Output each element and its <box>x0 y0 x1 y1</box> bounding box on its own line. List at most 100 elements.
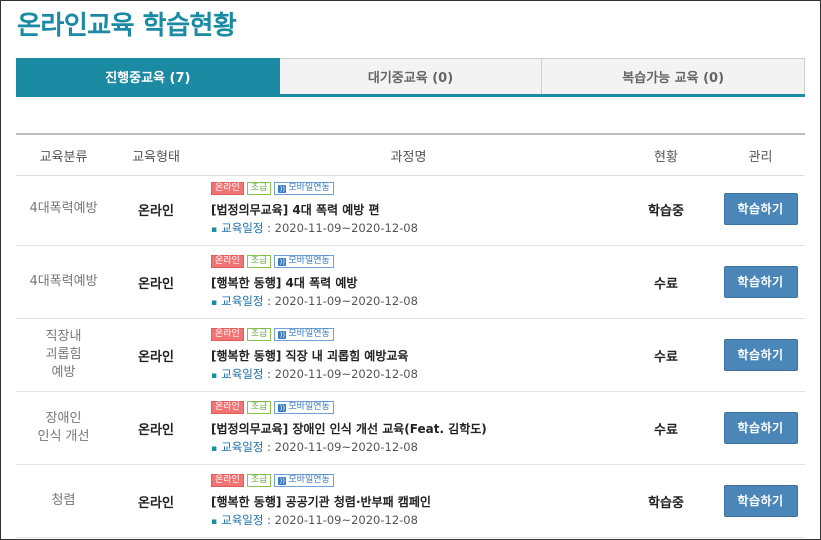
course-title-link[interactable]: [행복한 동행] 직장 내 괴롭힘 예방교육 <box>211 347 616 364</box>
row-manage: 학습하기 <box>716 339 805 371</box>
header-status: 현황 <box>654 149 678 165</box>
course-title-link[interactable]: [행복한 동행] 공공기관 청렴·반부패 캠페인 <box>211 493 616 510</box>
tab-in-progress[interactable]: 진행중교육 (7) <box>16 58 280 94</box>
status-tabs: 진행중교육 (7) 대기중교육 (0) 복습가능 교육 (0) <box>16 58 806 97</box>
row-manage: 학습하기 <box>716 266 805 298</box>
row-status: 학습중 <box>648 495 684 511</box>
row-category: 4대폭력예방 <box>29 201 98 216</box>
learning-status-window: 온라인교육 학습현황 진행중교육 (7) 대기중교육 (0) 복습가능 교육 (… <box>0 0 821 540</box>
row-category: 4대폭력예방 <box>29 274 98 289</box>
bullet-icon: ▪ <box>211 444 218 454</box>
table-row: 4대폭력예방 온라인 온라인 초급 )) 모바일연동 [행복한 동행] 4대 폭력… <box>16 246 805 319</box>
bullet-icon: ▪ <box>211 517 218 527</box>
header-manage: 관리 <box>748 149 773 165</box>
course-badges: 온라인 초급 )) 모바일연동 <box>211 328 616 341</box>
schedule-dates: : 2020-11-09~2020-12-08 <box>263 294 418 308</box>
table-header: 교육분류 교육형태 과정명 현황 관리 <box>16 133 805 176</box>
tab-waiting[interactable]: 대기중교육 (0) <box>279 58 543 94</box>
rss-icon: )) <box>278 330 287 339</box>
page-title: 온라인교육 학습현황 <box>17 11 237 41</box>
badge-level: 초급 <box>246 401 272 414</box>
row-type: 온라인 <box>138 422 174 438</box>
schedule-dates: : 2020-11-09~2020-12-08 <box>263 367 418 381</box>
table-row: 장애인 인식 개선 온라인 온라인 초급 )) 모바일연동 [법정의무교육] 장애… <box>16 392 805 465</box>
header-course: 과정명 <box>390 149 427 165</box>
row-manage: 학습하기 <box>716 193 805 225</box>
schedule-label: 교육일정 <box>221 367 264 381</box>
tab-review[interactable]: 복습가능 교육 (0) <box>542 58 806 94</box>
row-course: 온라인 초급 )) 모바일연동 [행복한 동행] 공공기관 청렴·반부패 캠페인 … <box>201 474 616 528</box>
badge-mobile: )) 모바일연동 <box>274 474 334 487</box>
badge-level: 초급 <box>246 474 272 487</box>
header-category: 교육분류 <box>39 149 88 165</box>
table-row: 4대폭력예방 온라인 온라인 초급 )) 모바일연동 [법정의무교육] 4대 폭력… <box>16 173 805 246</box>
badge-online: 온라인 <box>211 401 244 414</box>
row-course: 온라인 초급 )) 모바일연동 [법정의무교육] 장애인 인식 개선 교육(Fea… <box>201 401 616 455</box>
rss-icon: )) <box>278 257 287 266</box>
badge-mobile-label: 모바일연동 <box>288 256 330 266</box>
badge-online: 온라인 <box>211 255 244 268</box>
row-category: 직장내 괴롭힘 예방 <box>16 328 111 382</box>
badge-mobile: )) 모바일연동 <box>274 255 334 268</box>
course-badges: 온라인 초급 )) 모바일연동 <box>211 401 616 414</box>
row-status: 수료 <box>654 349 678 365</box>
badge-online: 온라인 <box>211 328 244 341</box>
row-category-text: 직장내 괴롭힘 예방 <box>45 329 82 380</box>
badge-level: 초급 <box>246 328 272 341</box>
badge-mobile: )) 모바일연동 <box>274 401 334 414</box>
row-type: 온라인 <box>138 349 174 365</box>
row-category-text: 장애인 인식 개선 <box>37 411 90 444</box>
course-schedule: ▪ 교육일정 : 2020-11-09~2020-12-08 <box>211 512 616 528</box>
schedule-label: 교육일정 <box>221 221 264 235</box>
rss-icon: )) <box>278 403 287 412</box>
badge-online: 온라인 <box>211 474 244 487</box>
row-manage: 학습하기 <box>716 412 805 444</box>
badge-level: 초급 <box>246 182 272 195</box>
rss-icon: )) <box>278 476 287 485</box>
table-row: 직장내 괴롭힘 예방 온라인 온라인 초급 )) 모바일연동 [행복한 동행] 직… <box>16 319 805 392</box>
schedule-dates: : 2020-11-09~2020-12-08 <box>263 513 418 527</box>
row-course: 온라인 초급 )) 모바일연동 [행복한 동행] 4대 폭력 예방 ▪ 교육일정 :… <box>201 255 616 309</box>
badge-mobile: )) 모바일연동 <box>274 182 334 195</box>
table-row: 청렴 온라인 온라인 초급 )) 모바일연동 [행복한 동행] 공공기관 청렴·반… <box>16 465 805 538</box>
start-learning-button[interactable]: 학습하기 <box>723 485 798 517</box>
bullet-icon: ▪ <box>211 225 218 235</box>
course-badges: 온라인 초급 )) 모바일연동 <box>211 255 616 268</box>
schedule-label: 교육일정 <box>221 294 264 308</box>
row-category: 청렴 <box>51 493 76 508</box>
schedule-dates: : 2020-11-09~2020-12-08 <box>263 221 418 235</box>
start-learning-button[interactable]: 학습하기 <box>723 412 798 444</box>
course-badges: 온라인 초급 )) 모바일연동 <box>211 182 616 195</box>
row-course: 온라인 초급 )) 모바일연동 [법정의무교육] 4대 폭력 예방 편 ▪ 교육일정… <box>201 182 616 236</box>
course-title-link[interactable]: [행복한 동행] 4대 폭력 예방 <box>211 274 616 291</box>
badge-mobile-label: 모바일연동 <box>288 183 330 193</box>
row-type: 온라인 <box>138 495 174 511</box>
row-manage: 학습하기 <box>716 485 805 517</box>
badge-online: 온라인 <box>211 182 244 195</box>
course-schedule: ▪ 교육일정 : 2020-11-09~2020-12-08 <box>211 220 616 236</box>
badge-mobile-label: 모바일연동 <box>288 402 330 412</box>
start-learning-button[interactable]: 학습하기 <box>723 339 798 371</box>
bullet-icon: ▪ <box>211 298 218 308</box>
row-course: 온라인 초급 )) 모바일연동 [행복한 동행] 직장 내 괴롭힘 예방교육 ▪ 교… <box>201 328 616 382</box>
course-title-link[interactable]: [법정의무교육] 4대 폭력 예방 편 <box>211 201 616 218</box>
schedule-dates: : 2020-11-09~2020-12-08 <box>263 440 418 454</box>
row-type: 온라인 <box>138 276 174 292</box>
row-category: 장애인 인식 개선 <box>16 410 111 446</box>
start-learning-button[interactable]: 학습하기 <box>723 266 798 298</box>
schedule-label: 교육일정 <box>221 440 264 454</box>
badge-mobile: )) 모바일연동 <box>274 328 334 341</box>
start-learning-button[interactable]: 학습하기 <box>723 193 798 225</box>
row-status: 수료 <box>654 276 678 292</box>
schedule-label: 교육일정 <box>221 513 264 527</box>
course-badges: 온라인 초급 )) 모바일연동 <box>211 474 616 487</box>
course-title-link[interactable]: [법정의무교육] 장애인 인식 개선 교육(Feat. 김학도) <box>211 420 616 437</box>
course-schedule: ▪ 교육일정 : 2020-11-09~2020-12-08 <box>211 366 616 382</box>
header-type: 교육형태 <box>132 149 180 165</box>
badge-mobile-label: 모바일연동 <box>288 475 330 485</box>
badge-level: 초급 <box>246 255 272 268</box>
row-status: 학습중 <box>648 203 684 219</box>
badge-mobile-label: 모바일연동 <box>288 329 330 339</box>
course-list: 4대폭력예방 온라인 온라인 초급 )) 모바일연동 [법정의무교육] 4대 폭력… <box>16 173 805 538</box>
course-schedule: ▪ 교육일정 : 2020-11-09~2020-12-08 <box>211 293 616 309</box>
